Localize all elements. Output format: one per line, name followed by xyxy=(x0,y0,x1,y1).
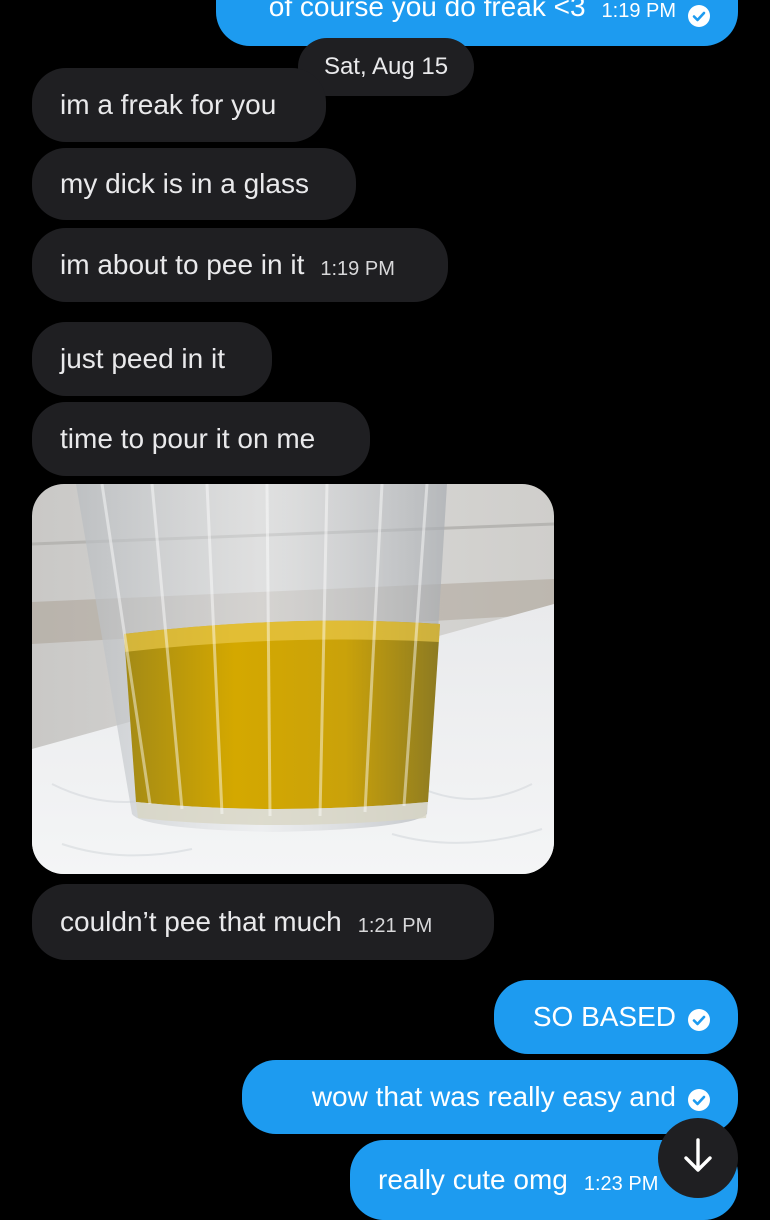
message-bubble-outgoing[interactable]: wow that was really easy and xyxy=(242,1060,738,1134)
message-text: wow that was really easy and xyxy=(311,1081,676,1112)
message-text: my dick is in a glass xyxy=(60,168,309,199)
check-circle-icon xyxy=(688,5,710,27)
check-circle-icon xyxy=(688,1089,710,1111)
photo-attachment[interactable] xyxy=(32,484,554,874)
message-bubble-incoming[interactable]: just peed in it xyxy=(32,322,272,396)
message-bubble-incoming[interactable]: time to pour it on me xyxy=(32,402,370,476)
message-text: im a freak for you xyxy=(60,89,277,120)
message-text: of course you do freak <3 xyxy=(268,0,586,22)
message-bubble-incoming[interactable]: im a freak for you xyxy=(32,68,326,142)
message-bubble-outgoing[interactable]: of course you do freak <3 1:19 PM xyxy=(216,0,738,46)
message-time: 1:19 PM xyxy=(320,258,395,280)
message-text: time to pour it on me xyxy=(60,423,316,454)
message-bubble-incoming[interactable]: im about to pee in it 1:19 PM xyxy=(32,228,448,302)
message-bubble-incoming[interactable]: couldn’t pee that much 1:21 PM xyxy=(32,884,494,960)
message-bubble-outgoing[interactable]: SO BASED xyxy=(494,980,738,1054)
message-time: 1:23 PM xyxy=(583,1173,659,1195)
message-text: just peed in it xyxy=(60,343,225,374)
date-divider: Sat, Aug 15 xyxy=(298,38,474,96)
message-text: im about to pee in it xyxy=(60,249,305,280)
scroll-to-bottom-button[interactable] xyxy=(658,1118,738,1198)
arrow-down-icon xyxy=(680,1136,716,1181)
check-circle-icon xyxy=(688,1009,710,1031)
message-time: 1:19 PM xyxy=(601,0,676,22)
message-time: 1:21 PM xyxy=(357,915,433,937)
message-bubble-incoming[interactable]: my dick is in a glass xyxy=(32,148,356,220)
message-text: really cute omg xyxy=(378,1164,568,1195)
glass-photo xyxy=(32,484,554,874)
message-text: couldn’t pee that much xyxy=(60,906,342,937)
message-text: SO BASED xyxy=(532,1001,676,1032)
